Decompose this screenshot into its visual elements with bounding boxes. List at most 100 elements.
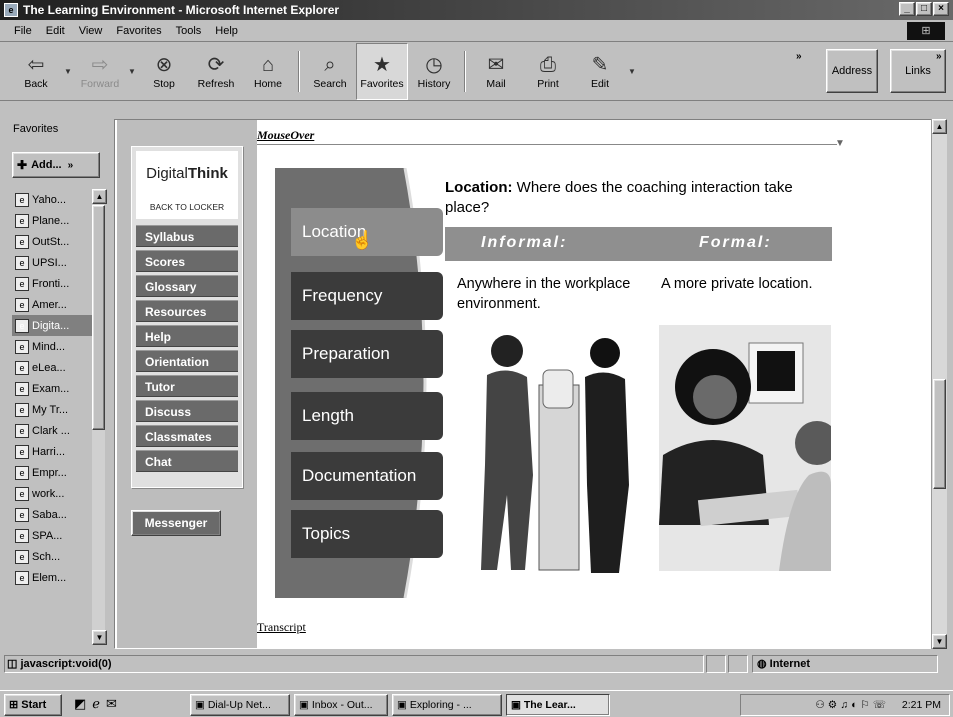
favorite-item[interactable]: e SPA... [12, 525, 100, 546]
toolbar-more-icon[interactable]: » [796, 51, 802, 62]
print-button[interactable]: ⎙ Print [522, 43, 574, 100]
outlook-icon[interactable]: ✉ [106, 696, 123, 711]
minimize-button[interactable]: _ [899, 2, 915, 16]
course-nav-resources[interactable]: Resources [136, 300, 238, 322]
favorite-item[interactable]: e eLea... [12, 357, 100, 378]
page-scrollbar[interactable]: ▲ ▼ [931, 119, 947, 649]
taskbar-task[interactable]: ▣ Inbox - Out... [294, 694, 388, 716]
menu-help[interactable]: Help [215, 25, 238, 37]
print-icon: ⎙ [540, 53, 556, 76]
ie-quicklaunch-icon[interactable]: ℯ [92, 696, 106, 711]
favorite-item[interactable]: e Saba... [12, 504, 100, 525]
favorite-page-icon: e [15, 486, 29, 501]
favorite-item[interactable]: e Sch... [12, 546, 100, 567]
tab-frequency[interactable]: Frequency [291, 272, 443, 320]
favorite-item[interactable]: e OutSt... [12, 231, 100, 252]
menu-favorites[interactable]: Favorites [116, 25, 161, 37]
favorite-page-icon: e [15, 528, 29, 543]
scroll-down-icon[interactable]: ▼ [92, 630, 107, 645]
edit-icon: ✎ [591, 53, 609, 76]
close-button[interactable]: × [933, 2, 949, 16]
messenger-button[interactable]: Messenger [131, 510, 221, 536]
scroll-up-icon[interactable]: ▲ [92, 189, 107, 204]
menu-edit[interactable]: Edit [46, 25, 65, 37]
taskbar-task[interactable]: ▣ Exploring - ... [392, 694, 502, 716]
favorite-item[interactable]: e Clark ... [12, 420, 100, 441]
tray-icons[interactable]: ⚇⚙♫◐⚐☏ [815, 699, 889, 711]
start-button[interactable]: ⊞ Start [4, 694, 62, 716]
tab-documentation[interactable]: Documentation [291, 452, 443, 500]
back-button[interactable]: ⇦ Back [10, 43, 62, 100]
favorites-pane-title: Favorites [13, 123, 59, 135]
digitalthink-logo: DigitalThink [136, 151, 238, 195]
favorites-scrollbar[interactable]: ▲ ▼ [92, 189, 107, 645]
history-button[interactable]: ◷ History [408, 43, 460, 100]
course-nav-scores[interactable]: Scores [136, 250, 238, 272]
back-to-locker-link[interactable]: BACK TO LOCKER [136, 195, 238, 219]
taskbar-task[interactable]: ▣ The Lear... [506, 694, 610, 716]
menu-tools[interactable]: Tools [176, 25, 202, 37]
favorite-item[interactable]: e Exam... [12, 378, 100, 399]
task-app-icon: ▣ [397, 699, 410, 711]
add-favorite-button[interactable]: ✚ Add... » [12, 152, 100, 178]
tab-topics[interactable]: Topics [291, 510, 443, 558]
search-button[interactable]: ⌕ Search [304, 43, 356, 100]
status-panel [706, 655, 726, 673]
course-nav-help[interactable]: Help [136, 325, 238, 347]
course-nav-tutor[interactable]: Tutor [136, 375, 238, 397]
favorite-page-icon: e [15, 339, 29, 354]
tab-preparation[interactable]: Preparation [291, 330, 443, 378]
forward-dropdown-icon[interactable]: ▼ [126, 43, 138, 100]
favorite-item[interactable]: e My Tr... [12, 399, 100, 420]
header-rule [257, 144, 837, 145]
desktop-icon[interactable]: ◩ [74, 696, 92, 711]
favorite-item[interactable]: e Plane... [12, 210, 100, 231]
edit-button[interactable]: ✎ Edit [574, 43, 626, 100]
favorite-item[interactable]: e Amer... [12, 294, 100, 315]
course-nav-chat[interactable]: Chat [136, 450, 238, 472]
scroll-down-icon[interactable]: ▼ [932, 634, 947, 649]
maximize-button[interactable]: □ [916, 2, 932, 16]
favorite-page-icon: e [15, 381, 29, 396]
globe-icon: ◍ [757, 658, 770, 670]
address-bar-button[interactable]: Address [826, 49, 878, 93]
menu-file[interactable]: File [14, 25, 32, 37]
course-nav-orientation[interactable]: Orientation [136, 350, 238, 372]
scroll-up-icon[interactable]: ▲ [932, 119, 947, 134]
mail-button[interactable]: ✉ Mail [470, 43, 522, 100]
favorites-scroll-thumb[interactable] [92, 205, 105, 430]
home-button[interactable]: ⌂ Home [242, 43, 294, 100]
favorite-item[interactable]: e Mind... [12, 336, 100, 357]
refresh-button[interactable]: ⟳ Refresh [190, 43, 242, 100]
course-nav-discuss[interactable]: Discuss [136, 400, 238, 422]
favorites-more-icon: » [67, 159, 74, 171]
menu-view[interactable]: View [79, 25, 103, 37]
transcript-link[interactable]: Transcript [257, 620, 306, 635]
favorites-button[interactable]: ★ Favorites [356, 43, 408, 100]
course-nav-syllabus[interactable]: Syllabus [136, 225, 238, 247]
favorite-item[interactable]: e Yaho... [12, 189, 100, 210]
back-dropdown-icon[interactable]: ▼ [62, 43, 74, 100]
stop-button[interactable]: ⊗ Stop [138, 43, 190, 100]
favorite-item[interactable]: e work... [12, 483, 100, 504]
tab-length[interactable]: Length [291, 392, 443, 440]
edit-dropdown-icon[interactable]: ▼ [626, 43, 638, 100]
course-nav-glossary[interactable]: Glossary [136, 275, 238, 297]
favorite-page-icon: e [15, 255, 29, 270]
favorite-item[interactable]: e Elem... [12, 567, 100, 588]
clock: 2:21 PM [901, 699, 941, 711]
favorite-item[interactable]: e Empr... [12, 462, 100, 483]
favorite-item[interactable]: e Fronti... [12, 273, 100, 294]
formal-label: Formal: [699, 234, 772, 251]
links-more-icon[interactable]: » [936, 51, 942, 62]
page-scroll-thumb[interactable] [933, 379, 946, 489]
refresh-icon: ⟳ [207, 53, 225, 76]
forward-button[interactable]: ⇨ Forward [74, 43, 126, 100]
favorite-page-icon: e [15, 213, 29, 228]
course-nav-classmates[interactable]: Classmates [136, 425, 238, 447]
taskbar-task[interactable]: ▣ Dial-Up Net... [190, 694, 290, 716]
favorite-item[interactable]: e UPSI... [12, 252, 100, 273]
system-tray: ⚇⚙♫◐⚐☏ 2:21 PM [740, 694, 950, 716]
favorite-item[interactable]: e Digita... [12, 315, 100, 336]
favorite-item[interactable]: e Harri... [12, 441, 100, 462]
